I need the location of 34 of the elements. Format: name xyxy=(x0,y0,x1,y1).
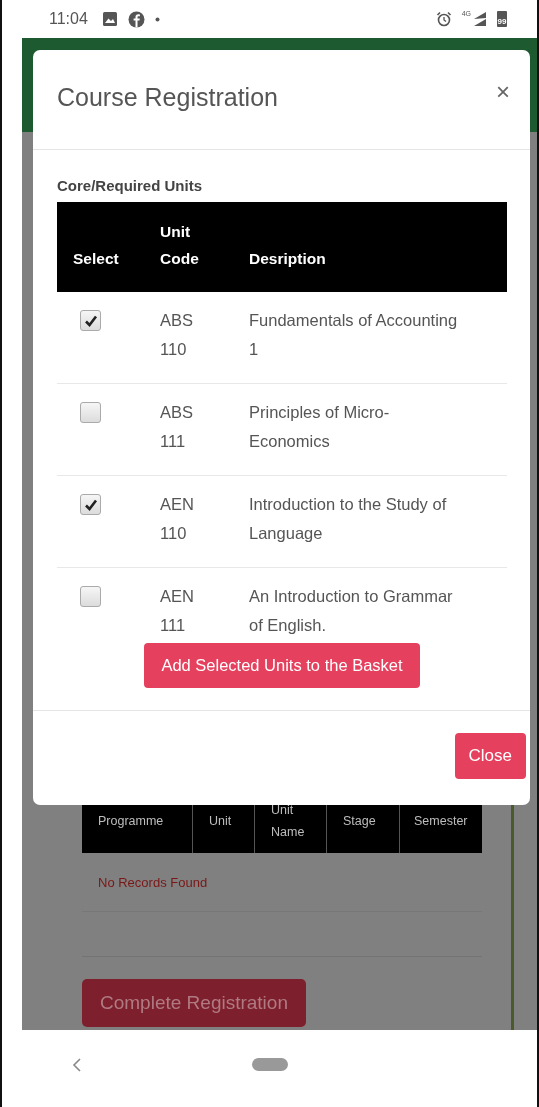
unit-code: AEN 110 xyxy=(159,494,195,544)
unit-description: Principles of Micro-Economics xyxy=(248,402,391,452)
unit-description: An Introduction to Grammar of English. xyxy=(248,586,454,636)
close-button[interactable]: × xyxy=(496,80,510,104)
unit-code: ABS 111 xyxy=(159,402,195,452)
checkbox[interactable] xyxy=(80,494,101,515)
column-header: Unit Code xyxy=(159,222,200,269)
image-icon xyxy=(101,11,118,27)
home-button[interactable] xyxy=(252,1058,288,1071)
column-header: Desription xyxy=(248,249,327,269)
column-header: Semester xyxy=(413,813,469,830)
check-icon xyxy=(83,497,98,512)
close-button[interactable]: Close xyxy=(454,733,526,779)
back-icon[interactable] xyxy=(72,1056,82,1073)
section-title: Core/Required Units xyxy=(57,176,204,196)
battery-icon: 99 xyxy=(497,11,507,27)
unit-description: Fundamentals of Accounting 1 xyxy=(248,310,459,360)
checkbox[interactable] xyxy=(80,310,101,331)
checkbox[interactable] xyxy=(80,586,101,607)
check-icon xyxy=(83,313,98,328)
dot-icon xyxy=(154,16,160,22)
circle-f-icon xyxy=(127,10,145,28)
signal-icon xyxy=(473,11,487,27)
alarm-icon xyxy=(435,11,452,27)
unit-code: ABS 110 xyxy=(159,310,195,360)
unit-description: Introduction to the Study of Language xyxy=(248,494,448,544)
clock-time: 11:04 xyxy=(49,10,88,28)
add-to-basket-button[interactable]: Add Selected Units to the Basket xyxy=(144,643,420,688)
column-header: Select xyxy=(72,249,120,269)
modal-title: Course Registration xyxy=(57,83,278,112)
empty-message: No Records Found xyxy=(98,874,208,890)
checkbox[interactable] xyxy=(80,402,101,423)
unit-code: AEN 111 xyxy=(159,586,195,636)
complete-registration-button[interactable]: Complete Registration xyxy=(82,979,306,1027)
